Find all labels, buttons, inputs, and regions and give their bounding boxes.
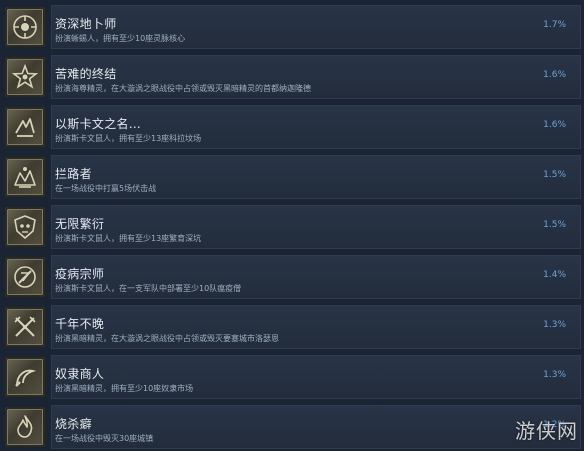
achievement-badge (2, 354, 48, 400)
achievement-badge (2, 154, 48, 200)
achievement-panel: 千年不晚 扮演黑暗精灵，在大漩涡之眼战役中占领或毁灭要塞城市洛瑟恩 1.3% (51, 305, 581, 349)
achievement-row[interactable]: 苦难的终结 扮演海尊精灵，在大漩涡之眼战役中占领或毁灭黑暗精灵的首都纳迦隆德 1… (0, 54, 584, 100)
achievement-panel: 无限繁衍 扮演斯卡文鼠人，拥有至少13座繁育深坑 1.5% (51, 205, 581, 249)
achievement-description: 扮演斯卡文鼠人，在一支军队中部署至少10队瘟疫僧 (55, 284, 242, 293)
achievement-row[interactable]: 资深地卜师 扮演蜥蜴人，拥有至少10座灵脉核心 1.7% (0, 4, 584, 50)
achievement-panel: 拦路者 在一场战役中打赢5场伏击战 1.5% (51, 155, 581, 199)
achievement-badge (2, 404, 48, 450)
achievement-percent: 1.5% (543, 170, 566, 180)
achievement-panel: 资深地卜师 扮演蜥蜴人，拥有至少10座灵脉核心 1.7% (51, 5, 581, 49)
achievement-percent: 1.6% (543, 120, 566, 130)
achievement-percent: 1.3% (543, 370, 566, 380)
achievement-badge (2, 54, 48, 100)
achievement-title: 千年不晚 (55, 317, 105, 331)
achievement-row[interactable]: 烧杀癖 在一场战役中毁灭30座城镇 1.2% (0, 404, 584, 450)
site-watermark: 游侠网 (498, 409, 578, 449)
achievement-panel: 苦难的终结 扮演海尊精灵，在大漩涡之眼战役中占领或毁灭黑暗精灵的首都纳迦隆德 1… (51, 55, 581, 99)
skull-shield-icon (14, 215, 36, 239)
achievement-description: 扮演黑暗精灵，在大漩涡之眼战役中占领或毁灭要塞城市洛瑟恩 (55, 334, 279, 343)
achievement-description: 扮演斯卡文鼠人，拥有至少13座繁育深坑 (55, 234, 202, 243)
rat-claw-icon (15, 118, 35, 137)
achievement-title: 以斯卡文之名… (55, 117, 142, 131)
achievement-description: 扮演黑暗精灵，拥有至少10座奴隶市场 (55, 384, 194, 393)
achievement-title: 奴隶商人 (55, 367, 105, 381)
achievement-description: 扮演斯卡文鼠人，拥有至少13座科拉坟场 (55, 134, 202, 143)
achievement-percent: 1.7% (543, 20, 566, 30)
achievement-row[interactable]: 无限繁衍 扮演斯卡文鼠人，拥有至少13座繁育深坑 1.5% (0, 204, 584, 250)
achievement-title: 资深地卜师 (55, 17, 117, 31)
achievement-row[interactable]: 奴隶商人 扮演黑暗精灵，拥有至少10座奴隶市场 1.3% (0, 354, 584, 400)
achievement-list: 资深地卜师 扮演蜥蜴人，拥有至少10座灵脉核心 1.7% 苦难的终结 扮演海尊精… (0, 0, 584, 451)
achievement-row[interactable]: 拦路者 在一场战役中打赢5场伏击战 1.5% (0, 154, 584, 200)
achievement-row[interactable]: 千年不晚 扮演黑暗精灵，在大漩涡之眼战役中占领或毁灭要塞城市洛瑟恩 1.3% (0, 304, 584, 350)
achievement-percent: 1.6% (543, 70, 566, 80)
seer-icon (13, 15, 37, 39)
achievement-panel: 以斯卡文之名… 扮演斯卡文鼠人，拥有至少13座科拉坟场 1.6% (51, 105, 581, 149)
crossed-swords-icon (14, 316, 36, 337)
achievement-badge (2, 254, 48, 300)
achievement-title: 疫病宗师 (55, 267, 105, 281)
watermark-text: 游侠网 (515, 418, 578, 443)
achievement-description: 扮演海尊精灵，在大漩涡之眼战役中占领或毁灭黑暗精灵的首都纳迦隆德 (55, 84, 311, 93)
whip-icon (15, 369, 37, 387)
achievement-percent: 1.3% (543, 320, 566, 330)
ambush-icon (14, 167, 36, 188)
achievement-badge (2, 104, 48, 150)
achievement-percent: 1.4% (543, 270, 566, 280)
achievement-title: 苦难的终结 (55, 67, 117, 81)
plague-icon (14, 266, 36, 288)
achievement-panel: 奴隶商人 扮演黑暗精灵，拥有至少10座奴隶市场 1.3% (51, 355, 581, 399)
achievement-description: 在一场战役中毁灭30座城镇 (55, 434, 154, 443)
achievement-row[interactable]: 疫病宗师 扮演斯卡文鼠人，在一支军队中部署至少10队瘟疫僧 1.4% (0, 254, 584, 300)
achievement-panel: 疫病宗师 扮演斯卡文鼠人，在一支军队中部署至少10队瘟疫僧 1.4% (51, 255, 581, 299)
achievement-title: 无限繁衍 (55, 217, 105, 231)
achievement-badge (2, 304, 48, 350)
star-medal-icon (11, 63, 39, 89)
achievement-description: 扮演蜥蜴人，拥有至少10座灵脉核心 (55, 34, 186, 43)
achievement-badge (2, 204, 48, 250)
flame-icon (17, 415, 33, 438)
achievement-percent: 1.5% (543, 220, 566, 230)
achievement-title: 烧杀癖 (55, 417, 92, 431)
achievement-description: 在一场战役中打赢5场伏击战 (55, 184, 157, 193)
achievement-badge (2, 4, 48, 50)
achievement-row[interactable]: 以斯卡文之名… 扮演斯卡文鼠人，拥有至少13座科拉坟场 1.6% (0, 104, 584, 150)
achievement-title: 拦路者 (55, 167, 92, 181)
